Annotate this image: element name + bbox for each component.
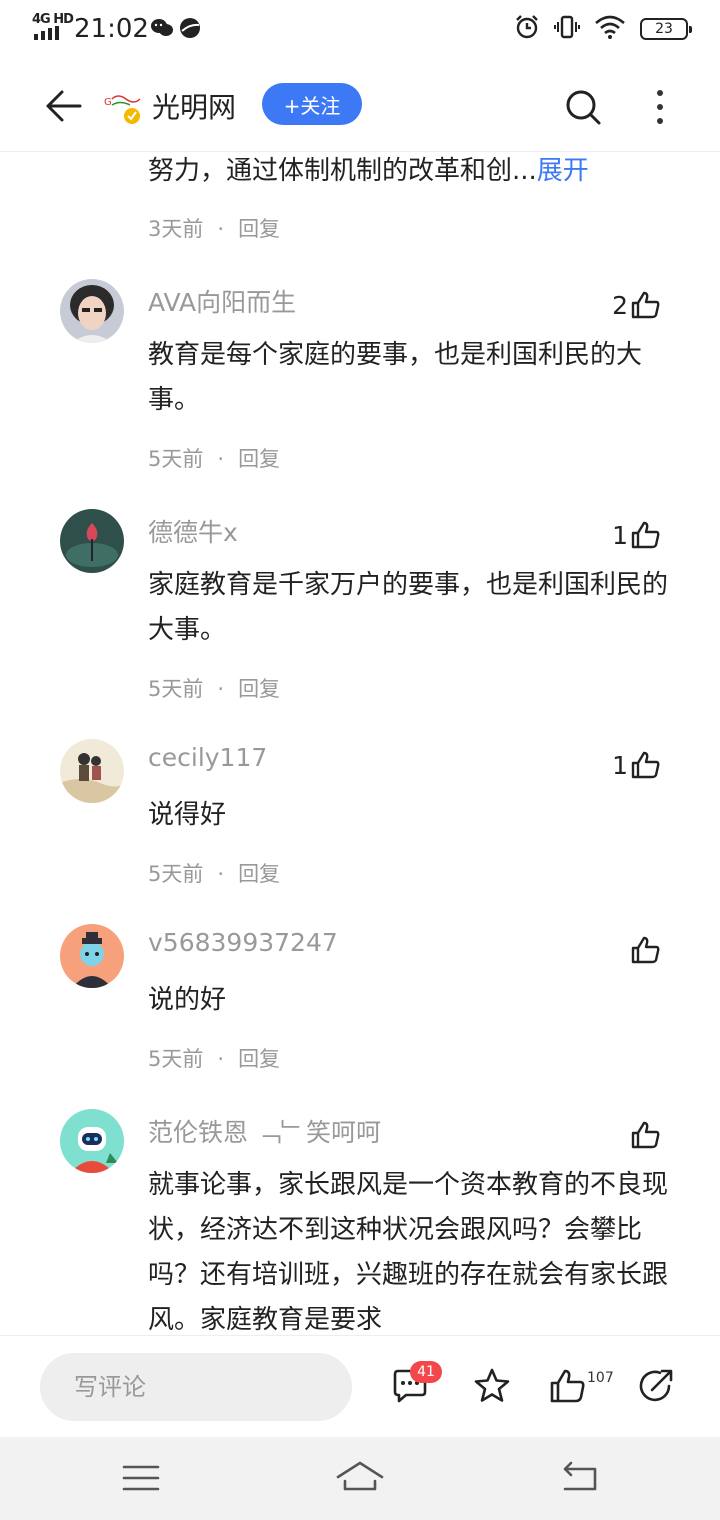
clock: 21:02 bbox=[74, 14, 149, 44]
thumbs-up-icon bbox=[631, 291, 660, 319]
back-arrow-icon[interactable] bbox=[42, 84, 86, 128]
like-count: 107 bbox=[587, 1370, 614, 1386]
back-icon[interactable] bbox=[555, 1457, 605, 1499]
comment-time: 5天前 bbox=[148, 677, 204, 701]
wechat-icon bbox=[150, 16, 174, 44]
planet-icon bbox=[178, 16, 202, 44]
comment-username[interactable]: cecily117 bbox=[148, 743, 267, 772]
top-app-bar: G 光明网 +关注 bbox=[0, 58, 720, 152]
avatar[interactable] bbox=[60, 1109, 124, 1173]
comment-text: 家庭教育是千家万户的要事，也是利国利民的大事。 bbox=[148, 570, 669, 645]
reply-button[interactable]: 回复 bbox=[238, 677, 280, 701]
expand-link[interactable]: 展开 bbox=[537, 156, 589, 186]
comment-meta: 5天前 · 回复 bbox=[148, 862, 281, 886]
vibrate-icon bbox=[554, 14, 580, 44]
thumbs-up-icon bbox=[631, 936, 660, 964]
like-button[interactable] bbox=[628, 934, 662, 966]
comment-meta: 3天前 · 回复 bbox=[148, 217, 281, 241]
follow-button[interactable]: +关注 bbox=[262, 83, 362, 125]
wifi-icon bbox=[594, 14, 626, 44]
comment-meta: 5天前 · 回复 bbox=[148, 447, 281, 471]
like-count: 1 bbox=[612, 520, 628, 550]
thumbs-up-icon bbox=[631, 1121, 660, 1149]
signal-icon bbox=[34, 26, 59, 40]
favorite-star-icon[interactable] bbox=[472, 1366, 512, 1406]
like-button[interactable]: 1 bbox=[612, 749, 662, 781]
comment-list: 努力，通过体制机制的改革和创...展开 3天前 · 回复 AVA向阳而生 2 教育是… bbox=[0, 153, 720, 1335]
comment-username[interactable]: v56839937247 bbox=[148, 928, 338, 957]
system-nav-bar bbox=[0, 1437, 720, 1520]
avatar[interactable] bbox=[60, 924, 124, 988]
reply-button[interactable]: 回复 bbox=[238, 862, 280, 886]
battery-icon: 23 bbox=[640, 18, 692, 40]
bottom-action-bar: 写评论 41 107 bbox=[0, 1335, 720, 1437]
search-icon[interactable] bbox=[562, 86, 604, 128]
comment-username[interactable]: AVA向阳而生 bbox=[148, 283, 296, 319]
network-type: 4G HD bbox=[32, 12, 74, 27]
alarm-icon bbox=[514, 14, 540, 44]
status-bar: 4G HD 21:02 23 bbox=[0, 0, 720, 58]
battery-level: 23 bbox=[655, 21, 673, 37]
comment-input[interactable]: 写评论 bbox=[40, 1353, 352, 1421]
home-icon[interactable] bbox=[335, 1457, 385, 1499]
comment-username[interactable]: 范伦铁恩 ﹁﹂笑呵呵 bbox=[148, 1113, 381, 1149]
like-button[interactable]: 2 bbox=[612, 289, 662, 321]
comment-text: 说的好 bbox=[148, 985, 227, 1015]
like-count: 1 bbox=[612, 750, 628, 780]
truncated-comment-text: 努力，通过体制机制的改革和创...展开 bbox=[148, 153, 589, 189]
comment-time: 5天前 bbox=[148, 1047, 204, 1071]
comment-text: 教育是每个家庭的要事，也是利国利民的大事。 bbox=[148, 340, 643, 415]
reply-button[interactable]: 回复 bbox=[238, 1047, 280, 1071]
like-button[interactable]: 1 bbox=[612, 519, 662, 551]
like-button[interactable] bbox=[628, 1119, 662, 1151]
svg-text:G: G bbox=[104, 97, 112, 108]
comment-text: 就事论事，家长跟风是一个资本教育的不良现状，经济达不到这种状况会跟风吗？会攀比吗… bbox=[148, 1170, 669, 1335]
like-count: 2 bbox=[612, 290, 628, 320]
comment-time: 3天前 bbox=[148, 217, 204, 241]
menu-icon[interactable] bbox=[116, 1457, 166, 1499]
channel-name[interactable]: 光明网 bbox=[152, 86, 236, 126]
avatar[interactable] bbox=[60, 509, 124, 573]
share-icon[interactable] bbox=[636, 1366, 676, 1406]
comment-time: 5天前 bbox=[148, 862, 204, 886]
comment-meta: 5天前 · 回复 bbox=[148, 677, 281, 701]
comment-text: 努力，通过体制机制的改革和创... bbox=[148, 156, 537, 186]
comment-count-badge: 41 bbox=[410, 1361, 442, 1383]
more-options-icon[interactable] bbox=[646, 86, 674, 128]
comment-text: 说得好 bbox=[148, 800, 227, 830]
thumbs-up-icon bbox=[631, 521, 660, 549]
comment-meta: 5天前 · 回复 bbox=[148, 1047, 281, 1071]
avatar[interactable] bbox=[60, 279, 124, 343]
reply-button[interactable]: 回复 bbox=[238, 217, 280, 241]
thumbs-up-icon bbox=[631, 751, 660, 779]
avatar[interactable] bbox=[60, 739, 124, 803]
comment-username[interactable]: 德德牛x bbox=[148, 513, 238, 549]
comment-time: 5天前 bbox=[148, 447, 204, 471]
like-icon[interactable] bbox=[548, 1366, 588, 1406]
channel-logo[interactable]: G bbox=[104, 91, 144, 125]
reply-button[interactable]: 回复 bbox=[238, 447, 280, 471]
